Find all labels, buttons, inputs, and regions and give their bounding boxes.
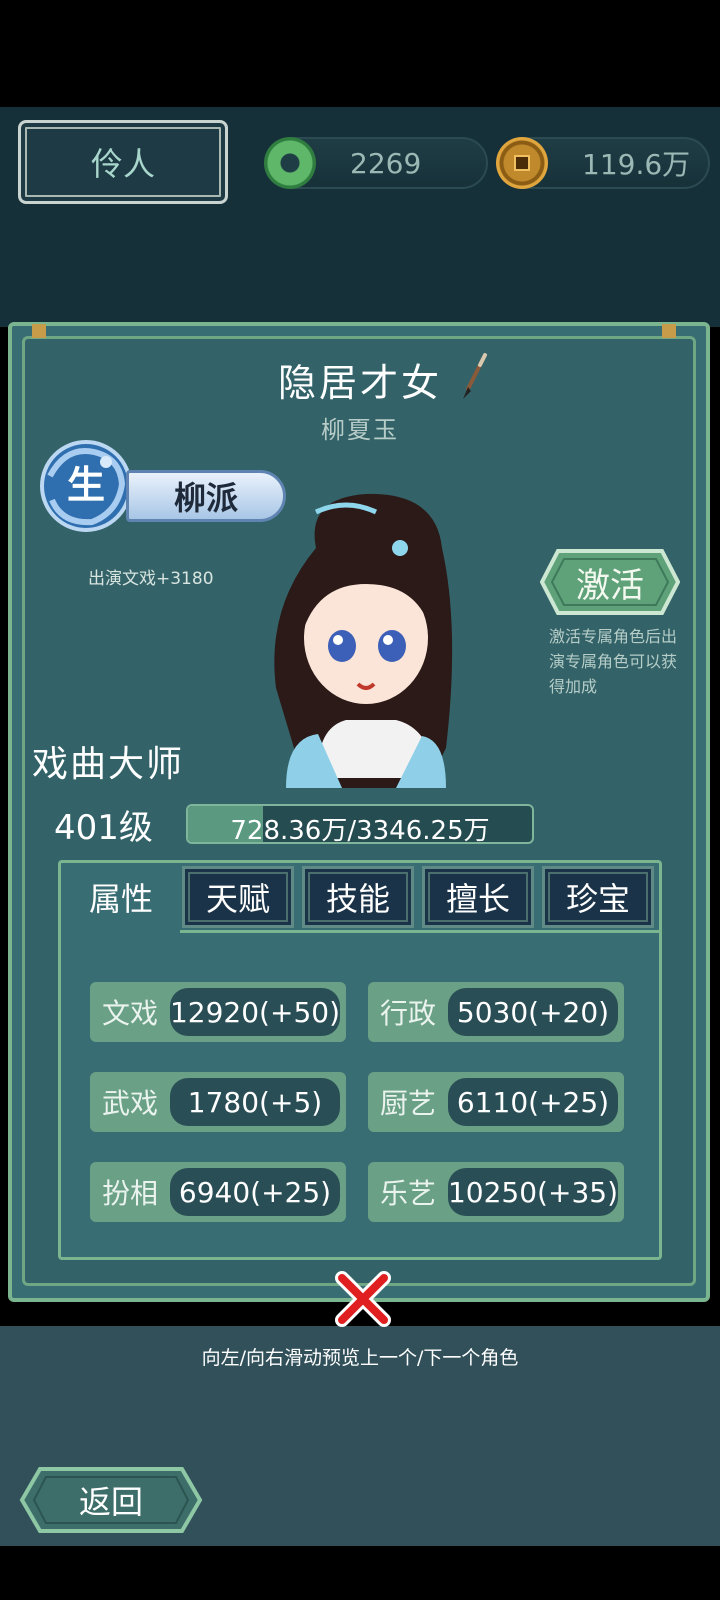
faction-name: 柳派 xyxy=(173,479,238,517)
stat-label: 厨艺 xyxy=(379,1087,436,1120)
exp-progress-bar: 728.36万/3346.25万 xyxy=(186,804,534,844)
stat-label: 行政 xyxy=(379,997,436,1030)
stat-literary-drama: 文戏 12920(+50) xyxy=(90,982,346,1042)
faction-emblem-char: 生 xyxy=(67,463,105,507)
close-icon[interactable] xyxy=(334,1270,392,1328)
stat-martial-drama: 武戏 1780(+5) xyxy=(90,1072,346,1132)
jade-amount: 2269 xyxy=(350,146,422,180)
stat-value: 1780(+5) xyxy=(170,1078,340,1126)
corner-ornament xyxy=(662,324,676,338)
back-button[interactable]: 返回 xyxy=(18,1465,204,1535)
stat-value: 5030(+20) xyxy=(448,988,618,1036)
rank-title: 戏曲大师 xyxy=(32,744,185,785)
stat-label: 扮相 xyxy=(101,1177,158,1210)
coin-currency[interactable]: 119.6万 xyxy=(496,137,710,189)
corner-ornament xyxy=(32,324,46,338)
activate-label: 激活 xyxy=(576,565,644,606)
stat-value: 10250(+35) xyxy=(447,1168,618,1216)
swipe-hint: 向左/向右滑动预览上一个/下一个角色 xyxy=(201,1347,519,1369)
tab-label: 擅长 xyxy=(445,880,510,918)
stat-label: 武戏 xyxy=(101,1087,158,1120)
back-label: 返回 xyxy=(78,1483,143,1521)
tab-talent[interactable]: 天赋 xyxy=(182,866,294,928)
coin-amount: 119.6万 xyxy=(582,148,691,181)
character-portrait[interactable] xyxy=(246,488,486,800)
tab-skills[interactable]: 技能 xyxy=(302,866,414,928)
tab-label: 属性 xyxy=(88,880,153,918)
brush-icon[interactable] xyxy=(458,353,490,401)
system-nav-area xyxy=(0,1546,720,1600)
coin-icon xyxy=(496,137,548,189)
stat-cooking: 厨艺 6110(+25) xyxy=(368,1072,624,1132)
stat-value: 12920(+50) xyxy=(169,988,340,1036)
stat-value: 6110(+25) xyxy=(448,1078,618,1126)
stat-music: 乐艺 10250(+35) xyxy=(368,1162,624,1222)
stat-value: 6940(+25) xyxy=(170,1168,340,1216)
level-label: 401级 xyxy=(54,808,153,848)
tab-attributes[interactable]: 属性 xyxy=(64,866,178,928)
tab-specialty[interactable]: 擅长 xyxy=(422,866,534,928)
tab-divider xyxy=(180,930,662,933)
exp-text: 728.36万/3346.25万 xyxy=(230,816,490,844)
activate-button[interactable]: 激活 xyxy=(540,547,680,617)
dragon-emblem-icon: 生 xyxy=(40,440,132,532)
character-title: 隐居才女 xyxy=(277,361,442,405)
tab-label: 技能 xyxy=(325,880,390,918)
faction-bonus: 出演文戏+3180 xyxy=(88,569,214,589)
tab-treasure[interactable]: 珍宝 xyxy=(542,866,654,928)
stat-label: 文戏 xyxy=(101,997,158,1030)
tab-label: 珍宝 xyxy=(565,880,630,918)
activate-description: 激活专属角色后出演专属角色可以获得加成 xyxy=(549,627,678,696)
role-label: 伶人 xyxy=(90,145,155,183)
jade-currency[interactable]: 2269 xyxy=(264,137,488,189)
jade-icon xyxy=(264,137,316,189)
role-button[interactable]: 伶人 xyxy=(18,120,228,204)
tab-label: 天赋 xyxy=(205,880,270,918)
stat-administration: 行政 5030(+20) xyxy=(368,982,624,1042)
stat-appearance: 扮相 6940(+25) xyxy=(90,1162,346,1222)
stat-label: 乐艺 xyxy=(379,1177,436,1210)
